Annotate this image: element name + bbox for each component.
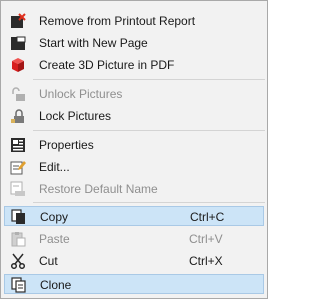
cube-3d-icon <box>10 57 26 73</box>
restore-name-icon <box>10 181 26 197</box>
menu-item-cut[interactable]: Cut Ctrl+X <box>4 251 264 271</box>
menu-item-clone[interactable]: Clone <box>4 274 264 294</box>
menu-separator <box>33 202 265 203</box>
menu-item-label: Copy <box>40 210 69 224</box>
menu-item-label: Start with New Page <box>39 36 148 50</box>
edit-icon <box>10 159 26 175</box>
menu-item-label: Lock Pictures <box>39 109 112 123</box>
properties-icon <box>10 137 26 153</box>
new-page-icon <box>10 35 26 51</box>
menu-item-lock-pictures[interactable]: Lock Pictures <box>4 106 264 126</box>
menu-item-shortcut: Ctrl+V <box>189 232 223 246</box>
menu-item-label: Cut <box>39 254 58 268</box>
menu-item-shortcut: Ctrl+C <box>190 210 225 224</box>
menu-item-label: Create 3D Picture in PDF <box>39 58 175 72</box>
menu-item-label: Edit... <box>39 160 70 174</box>
menu-item-label: Paste <box>39 232 70 246</box>
clone-icon <box>11 277 27 293</box>
scissors-icon <box>10 253 26 269</box>
context-menu: Remove from Printout Report Start with N… <box>0 0 268 299</box>
copy-icon <box>11 209 27 225</box>
menu-item-properties[interactable]: Properties <box>4 135 264 155</box>
menu-item-unlock-pictures[interactable]: Unlock Pictures <box>4 84 264 104</box>
menu-item-label: Properties <box>39 138 94 152</box>
menu-item-create-3d-picture-in-pdf[interactable]: Create 3D Picture in PDF <box>4 55 264 75</box>
menu-item-shortcut: Ctrl+X <box>189 254 223 268</box>
menu-item-start-with-new-page[interactable]: Start with New Page <box>4 33 264 53</box>
menu-item-label: Unlock Pictures <box>39 87 123 101</box>
menu-item-paste[interactable]: Paste Ctrl+V <box>4 229 264 249</box>
lock-icon <box>10 108 26 124</box>
menu-item-label: Clone <box>40 278 72 292</box>
menu-item-copy[interactable]: Copy Ctrl+C <box>4 206 264 226</box>
menu-item-edit[interactable]: Edit... <box>4 157 264 177</box>
paste-icon <box>10 231 26 247</box>
menu-item-restore-default-name[interactable]: Restore Default Name <box>4 179 264 199</box>
remove-from-report-icon <box>10 13 26 29</box>
menu-item-label: Remove from Printout Report <box>39 14 196 28</box>
menu-item-label: Restore Default Name <box>39 182 158 196</box>
menu-item-remove-from-printout-report[interactable]: Remove from Printout Report <box>4 11 264 31</box>
menu-separator <box>33 79 265 80</box>
menu-separator <box>33 130 265 131</box>
unlock-icon <box>10 86 26 102</box>
